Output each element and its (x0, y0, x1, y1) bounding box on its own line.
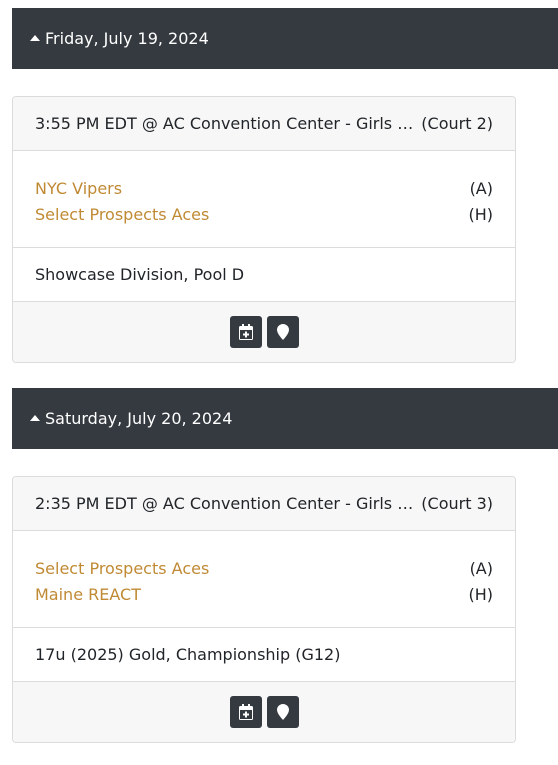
calendar-add-icon (238, 324, 253, 340)
team-side: (H) (468, 205, 493, 224)
day-header-friday[interactable]: Friday, July 19, 2024 (12, 8, 558, 69)
game-actions (13, 302, 515, 362)
map-location-button[interactable] (266, 316, 299, 348)
team-side: (H) (468, 585, 493, 604)
team-link[interactable]: NYC Vipers (35, 176, 122, 202)
team-link[interactable]: Select Prospects Aces (35, 202, 209, 228)
team-link[interactable]: Maine REACT (35, 582, 141, 608)
game-card-header: 2:35 PM EDT @ AC Convention Center - Gir… (13, 477, 515, 531)
map-marker-icon (276, 324, 289, 340)
game-court: (Court 2) (421, 114, 493, 133)
day-header-saturday[interactable]: Saturday, July 20, 2024 (12, 388, 558, 449)
team-row: Maine REACT (H) (35, 582, 493, 608)
team-link[interactable]: Select Prospects Aces (35, 556, 209, 582)
caret-up-icon (30, 35, 40, 41)
caret-up-icon (30, 415, 40, 421)
day-header-label: Friday, July 19, 2024 (45, 29, 209, 48)
game-time-location: 2:35 PM EDT @ AC Convention Center - Gir… (35, 494, 415, 513)
game-card: 2:35 PM EDT @ AC Convention Center - Gir… (12, 476, 516, 743)
game-time-location: 3:55 PM EDT @ AC Convention Center - Gir… (35, 114, 415, 133)
game-card-header: 3:55 PM EDT @ AC Convention Center - Gir… (13, 97, 515, 151)
day-header-label: Saturday, July 20, 2024 (45, 409, 233, 428)
game-division: 17u (2025) Gold, Championship (G12) (13, 628, 515, 682)
map-marker-icon (276, 704, 289, 720)
game-actions (13, 682, 515, 742)
team-side: (A) (469, 179, 493, 198)
game-division: Showcase Division, Pool D (13, 248, 515, 302)
add-to-calendar-button[interactable] (229, 696, 262, 728)
team-row: Select Prospects Aces (H) (35, 202, 493, 228)
team-row: Select Prospects Aces (A) (35, 556, 493, 582)
calendar-add-icon (238, 704, 253, 720)
game-teams: Select Prospects Aces (A) Maine REACT (H… (13, 531, 515, 628)
game-teams: NYC Vipers (A) Select Prospects Aces (H) (13, 151, 515, 248)
game-court: (Court 3) (421, 494, 493, 513)
team-side: (A) (469, 559, 493, 578)
add-to-calendar-button[interactable] (229, 316, 262, 348)
game-card: 3:55 PM EDT @ AC Convention Center - Gir… (12, 96, 516, 363)
map-location-button[interactable] (266, 696, 299, 728)
team-row: NYC Vipers (A) (35, 176, 493, 202)
